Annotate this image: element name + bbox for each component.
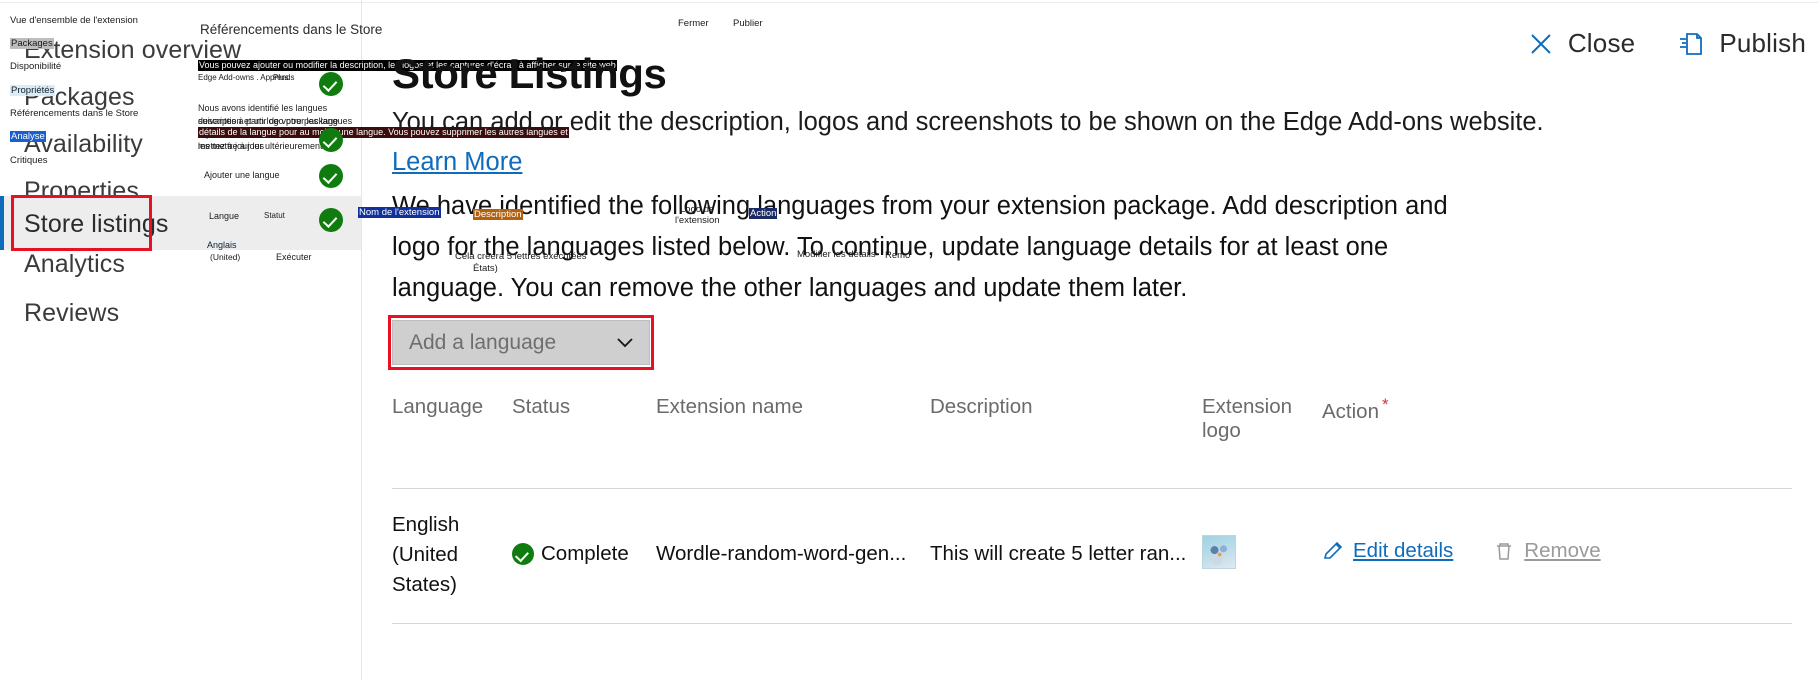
fr-row-language-line1: Anglais	[207, 240, 237, 250]
main-content: Fermer Publier Close Publish Store Listi…	[358, 0, 1818, 680]
languages-instruction-paragraph: We have identified the following languag…	[392, 192, 1448, 302]
sidebar-item-store-listings[interactable]: Store listings	[0, 196, 196, 250]
selection-accent-bar	[0, 196, 4, 250]
fr-row-language-line2: (United)	[210, 252, 241, 262]
fr-label-availability: Disponibilité	[10, 61, 62, 72]
fr-chip-edit-details: Modifier les détails	[797, 249, 876, 260]
edit-details-button[interactable]: Edit details	[1322, 536, 1453, 566]
fr-chip-logo-line2: l'extension	[675, 215, 720, 226]
fr-column-status: Statut	[264, 211, 285, 220]
chevron-down-icon	[617, 337, 633, 347]
publish-button[interactable]: Publish	[1677, 28, 1806, 59]
add-language-dropdown[interactable]: Add a language	[392, 320, 650, 365]
fr-row-status: Exécuter	[276, 252, 312, 262]
remove-label: Remove	[1524, 539, 1601, 562]
cell-status: Complete	[512, 510, 656, 569]
fr-chip-properties: Propriétés	[10, 85, 56, 96]
fr-chip-description-value: Cela créera 5 lettres exécutées	[455, 251, 587, 262]
publish-icon	[1680, 32, 1703, 55]
left-navigation: Extension overview Packages Availability…	[0, 0, 241, 680]
column-header-language: Language	[392, 395, 484, 418]
publish-button-label: Publish	[1719, 28, 1806, 58]
french-translation-panel: Référencements dans le Store Vous pouvez…	[196, 0, 617, 680]
fr-chip-analytics: Analyse	[10, 131, 46, 142]
cell-description: This will create 5 letter ran...	[930, 542, 1187, 565]
close-icon	[1531, 33, 1551, 54]
pencil-icon	[1323, 541, 1343, 559]
edit-details-label: Edit details	[1353, 539, 1454, 562]
column-header-action: Action *	[1322, 393, 1792, 443]
sidebar-item-label: Reviews	[24, 299, 120, 327]
cell-action: Edit details Remove	[1322, 510, 1792, 566]
fr-column-language: Langue	[209, 211, 240, 221]
fr-text-more: Plus	[273, 73, 289, 82]
add-language-placeholder: Add a language	[409, 330, 557, 354]
table-header-row: Language Status Extension name Descripti…	[392, 393, 1792, 443]
fr-chip-packages: Packages	[10, 38, 54, 49]
fr-chip-action: Action	[749, 208, 778, 219]
extension-logo-thumbnail	[1202, 535, 1236, 569]
column-header-extension-name: Extension name	[656, 395, 804, 418]
fr-page-title: Référencements dans le Store	[200, 22, 383, 37]
remove-button[interactable]: Remove	[1493, 536, 1601, 566]
checkmark-icon-table	[319, 208, 343, 232]
cell-extension-logo	[1202, 510, 1322, 569]
checkmark-icon-paragraph	[319, 128, 343, 152]
column-header-status: Status	[512, 395, 571, 418]
fr-chip-states: États)	[473, 263, 498, 274]
status-badge: Complete	[541, 542, 629, 565]
fr-label-extension-overview: Vue d'ensemble de l'extension	[10, 15, 138, 26]
checkmark-icon-add-language	[319, 164, 343, 188]
trash-icon	[1497, 543, 1512, 560]
status-complete-icon	[512, 543, 534, 565]
sidebar-item-label: Store listings	[24, 210, 169, 238]
close-button[interactable]: Close	[1528, 28, 1635, 59]
fr-close-label: Fermer	[678, 18, 709, 29]
fr-publish-label: Publier	[733, 18, 763, 29]
fr-add-language-label[interactable]: Ajouter une langue	[204, 170, 280, 180]
table-row-divider	[392, 623, 1792, 624]
checkmark-icon-description	[319, 72, 343, 96]
fr-chip-extension-name: Nom de l'extension	[358, 207, 441, 218]
table-row: English (United States) Complete Wordle-…	[392, 489, 1792, 600]
page-description-text: You can add or edit the description, log…	[392, 108, 1544, 136]
column-header-description: Description	[930, 395, 1033, 418]
command-bar: Close Publish	[1528, 28, 1806, 59]
page-description: You can add or edit the description, log…	[392, 102, 1572, 182]
close-button-label: Close	[1567, 28, 1636, 58]
fr-chip-logo-line1: Logo de	[680, 204, 715, 215]
column-header-extension-logo: Extension logo	[1202, 395, 1293, 442]
page-title: Store Listings	[392, 50, 667, 98]
required-asterisk: *	[1381, 395, 1389, 414]
fr-chip-remove: Remo	[885, 250, 911, 261]
add-language-control: Add a language	[388, 315, 654, 370]
app-root: Extension overview Packages Availability…	[0, 0, 1818, 680]
learn-more-link[interactable]: Learn More	[392, 148, 522, 176]
store-listings-table: Language Status Extension name Descripti…	[392, 393, 1792, 624]
cell-extension-name: Wordle-random-word-gen...	[656, 542, 907, 565]
sidebar-item-reviews[interactable]: Reviews	[0, 299, 196, 357]
fr-label-reviews: Critiques	[10, 155, 48, 166]
fr-label-store-listings: Référencements dans le Store	[10, 108, 139, 119]
cell-language: English (United States)	[392, 513, 460, 596]
sidebar-item-label: Analytics	[24, 250, 125, 278]
column-header-action-label: Action	[1322, 399, 1379, 423]
fr-chip-description: Description	[473, 209, 523, 220]
